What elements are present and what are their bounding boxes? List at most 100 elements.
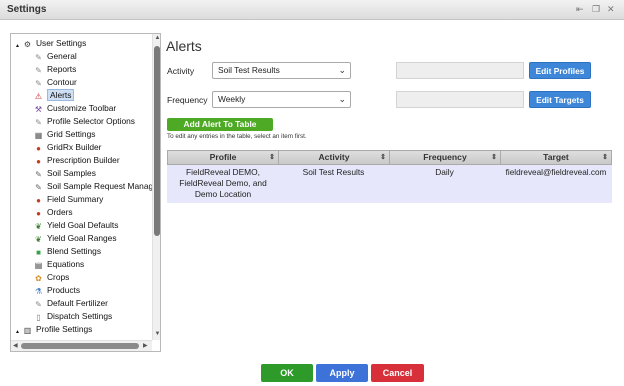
tree-item-contour[interactable]: ✎ Contour: [34, 76, 77, 89]
tree-item-label: Equations: [47, 259, 85, 269]
tree-item-label: Dispatch Settings: [47, 311, 113, 321]
page-title: Alerts: [166, 38, 202, 54]
ok-button[interactable]: OK: [261, 364, 313, 382]
scroll-right-arrow-icon[interactable]: ▶: [143, 342, 148, 349]
tree-item-orders[interactable]: ● Orders: [34, 206, 73, 219]
tree-item-blend-settings[interactable]: ■ Blend Settings: [34, 245, 101, 258]
tree-item-label: Profile Settings: [36, 324, 93, 334]
target-icon: ●: [36, 209, 41, 218]
tree-item-equations[interactable]: ▤ Equations: [34, 258, 85, 271]
plant-icon: ❦: [35, 235, 42, 244]
vertical-scroll-thumb[interactable]: [154, 46, 160, 236]
scroll-down-arrow-icon[interactable]: ▼: [153, 331, 160, 337]
tree-item-grid-settings[interactable]: ▦ Grid Settings: [34, 128, 96, 141]
table-header: Profile ⇕ Activity ⇕ Frequency ⇕ Target ⇕: [167, 150, 612, 165]
targets-textbox[interactable]: [396, 91, 524, 108]
tree-item-label: Grid Settings: [47, 129, 96, 139]
target-icon: ●: [36, 144, 41, 153]
table-row[interactable]: FieldReveal DEMO, FieldReveal Demo, and …: [167, 165, 612, 203]
tree-item-dispatch-settings[interactable]: ▯ Dispatch Settings: [34, 310, 112, 323]
cancel-button[interactable]: Cancel: [371, 364, 424, 382]
tree-item-yield-goal-ranges[interactable]: ❦ Yield Goal Ranges: [34, 232, 117, 245]
window-titlebar: Settings ⇤ ❐ ✕: [0, 0, 624, 20]
tree-item-label: Orders: [47, 207, 73, 217]
tree-item-soil-sample-request-manag[interactable]: ✎ Soil Sample Request Manag: [34, 180, 153, 193]
equation-icon: ▤: [34, 261, 43, 270]
activity-label: Activity: [167, 66, 195, 76]
window-title: Settings: [7, 4, 47, 15]
settings-tree[interactable]: ▲ ⚙ User Settings ✎ General ✎ Reports ✎ Contour ⚠…: [10, 33, 161, 352]
tree-item-prescription-builder[interactable]: ● Prescription Builder: [34, 154, 120, 167]
tree-item-label: Contour: [47, 77, 77, 87]
tree-item-label: User Settings: [36, 38, 87, 48]
sort-icon: ⇕: [602, 154, 608, 161]
tree-item-soil-samples[interactable]: ✎ Soil Samples: [34, 167, 96, 180]
sort-icon: ⇕: [491, 154, 497, 161]
pin-icon: ✎: [35, 183, 42, 192]
tree-item-label: Prescription Builder: [47, 155, 120, 165]
column-header-target[interactable]: Target ⇕: [501, 151, 611, 164]
column-header-label: Profile: [209, 152, 237, 162]
tree-item-label: General: [47, 51, 77, 61]
tree-item-crops[interactable]: ✿ Crops: [34, 271, 69, 284]
tree-item-customize-toolbar[interactable]: ⚒ Customize Toolbar: [34, 102, 116, 115]
tree-item-label: Alerts: [47, 89, 75, 101]
user-gear-icon: ⚙: [23, 40, 32, 49]
sort-icon: ⇕: [269, 154, 275, 161]
scroll-left-arrow-icon[interactable]: ◀: [13, 342, 18, 349]
horizontal-scroll-thumb[interactable]: [21, 343, 139, 349]
expand-toggle-icon[interactable]: ▲: [14, 328, 21, 337]
scroll-up-arrow-icon[interactable]: ▲: [153, 35, 160, 41]
tree-item-label: Default Fertilizer: [47, 298, 108, 308]
tree-item-label: Yield Goal Ranges: [47, 233, 117, 243]
chevron-down-icon: ⌄: [338, 94, 346, 104]
column-header-label: Frequency: [423, 152, 467, 162]
tree-item-user-settings[interactable]: ▲ ⚙ User Settings: [14, 37, 86, 50]
column-header-profile[interactable]: Profile ⇕: [168, 151, 279, 164]
tree-item-alerts[interactable]: ⚠ Alerts: [34, 89, 75, 102]
column-header-frequency[interactable]: Frequency ⇕: [390, 151, 501, 164]
frequency-label: Frequency: [167, 95, 208, 105]
wrench-icon: ✎: [35, 300, 42, 309]
close-icon[interactable]: ✕: [607, 4, 615, 15]
edit-targets-button[interactable]: Edit Targets: [529, 91, 591, 108]
collapse-icon[interactable]: ⇤: [576, 4, 584, 15]
warning-icon: ⚠: [34, 92, 43, 101]
activity-select[interactable]: Soil Test Results ⌄: [212, 62, 351, 79]
column-header-activity[interactable]: Activity ⇕: [279, 151, 390, 164]
cell-frequency: Daily: [435, 167, 454, 177]
frequency-select[interactable]: Weekly ⌄: [212, 91, 351, 108]
wrench-icon: ✎: [35, 118, 42, 127]
expand-toggle-icon[interactable]: ▲: [14, 42, 21, 51]
tree-item-label: Soil Sample Request Manag: [47, 181, 154, 191]
tree-item-reports[interactable]: ✎ Reports: [34, 63, 76, 76]
tree-item-products[interactable]: ⚗ Products: [34, 284, 80, 297]
tree-item-default-fertilizer[interactable]: ✎ Default Fertilizer: [34, 297, 108, 310]
frequency-select-value: Weekly: [218, 94, 246, 104]
tree-item-profile-settings[interactable]: ▲ ▥ Profile Settings: [14, 323, 92, 336]
tree-item-yield-goal-defaults[interactable]: ❦ Yield Goal Defaults: [34, 219, 118, 232]
tree-horizontal-scrollbar[interactable]: ◀ ▶: [11, 340, 152, 351]
apply-button[interactable]: Apply: [316, 364, 368, 382]
wrench-icon: ✎: [35, 53, 42, 62]
sort-icon: ⇕: [380, 154, 386, 161]
tree-item-field-summary[interactable]: ● Field Summary: [34, 193, 103, 206]
tree-item-gridrx-builder[interactable]: ● GridRx Builder: [34, 141, 101, 154]
tree-item-profile-selector-options[interactable]: ✎ Profile Selector Options: [34, 115, 135, 128]
tree-item-label: Products: [47, 285, 81, 295]
restore-icon[interactable]: ❐: [592, 4, 600, 15]
activity-select-value: Soil Test Results: [218, 65, 280, 75]
add-alert-button[interactable]: Add Alert To Table: [167, 118, 273, 131]
chevron-down-icon: ⌄: [338, 65, 346, 75]
tree-item-label: Yield Goal Defaults: [47, 220, 119, 230]
wrench-icon: ✎: [35, 66, 42, 75]
tree-item-general[interactable]: ✎ General: [34, 50, 77, 63]
profiles-textbox[interactable]: [396, 62, 524, 79]
edit-profiles-button[interactable]: Edit Profiles: [529, 62, 591, 79]
tools-icon: ⚒: [34, 105, 43, 114]
tree-item-label: Crops: [47, 272, 70, 282]
table-hint: To edit any entries in the table, select…: [167, 133, 307, 140]
blend-icon: ■: [36, 248, 41, 257]
tree-vertical-scrollbar[interactable]: ▲ ▼: [152, 34, 160, 340]
flask-icon: ⚗: [34, 287, 43, 296]
